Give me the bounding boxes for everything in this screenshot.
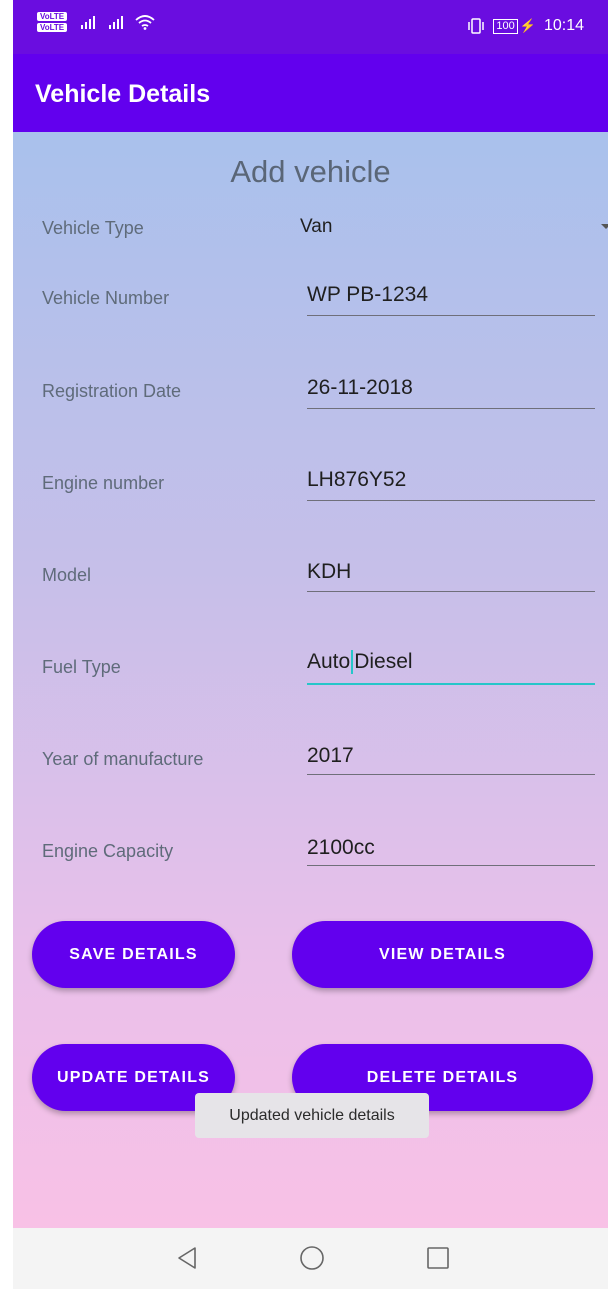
fuel-type-label: Fuel Type <box>42 657 121 677</box>
charging-icon: ⚡ <box>519 18 536 33</box>
fuel-type-underline <box>307 683 595 685</box>
registration-date-label: Registration Date <box>42 381 182 401</box>
engine-capacity-underline <box>307 865 595 866</box>
volte-label-1: VoLTE <box>37 12 68 21</box>
vibrate-icon <box>468 18 485 34</box>
form-container: Add vehicle Vehicle Type Van Vehicle Num… <box>13 132 608 1228</box>
app-bar: Vehicle Details <box>13 54 608 132</box>
battery-icon: 100 ⚡ <box>493 18 536 34</box>
model-label: Model <box>42 565 92 585</box>
recents-icon[interactable] <box>422 1242 454 1274</box>
registration-date-field[interactable]: 26-11-2018 <box>307 376 413 400</box>
navigation-bar <box>13 1228 608 1289</box>
form-title: Add vehicle <box>230 154 391 189</box>
year-of-manufacture-underline <box>307 774 595 775</box>
year-of-manufacture-label: Year of manufacture <box>42 749 204 769</box>
year-of-manufacture-field[interactable]: 2017 <box>307 744 354 768</box>
vehicle-number-label: Vehicle Number <box>42 288 170 308</box>
vehicle-type-dropdown[interactable]: Van <box>300 216 332 238</box>
chevron-down-icon[interactable] <box>601 224 608 229</box>
phone-screen: VoLTE VoLTE 100 ⚡ 10:14 Vehicle Details … <box>13 0 608 1289</box>
registration-date-underline <box>307 408 595 409</box>
fuel-type-text-after: Diesel <box>354 650 413 673</box>
model-field[interactable]: KDH <box>307 560 351 584</box>
fuel-type-field[interactable]: Auto Diesel <box>307 650 413 675</box>
battery-level: 100 <box>493 18 518 34</box>
home-icon[interactable] <box>296 1242 328 1274</box>
volte-icon: VoLTE VoLTE <box>37 12 68 32</box>
status-bar: VoLTE VoLTE 100 ⚡ 10:14 <box>13 0 608 54</box>
vehicle-number-field[interactable]: WP PB-1234 <box>307 283 428 307</box>
engine-number-underline <box>307 500 595 501</box>
back-icon[interactable] <box>171 1242 203 1274</box>
engine-capacity-label: Engine Capacity <box>42 841 174 861</box>
signal-icon <box>81 15 96 29</box>
status-right: 100 ⚡ 10:14 <box>467 17 584 35</box>
wifi-icon <box>135 15 155 30</box>
fuel-type-text-before: Auto <box>307 650 351 673</box>
toast-message: Updated vehicle details <box>195 1093 429 1138</box>
view-details-button[interactable]: VIEW DETAILS <box>292 921 593 988</box>
model-underline <box>307 591 595 592</box>
text-cursor <box>351 650 354 675</box>
engine-number-field[interactable]: LH876Y52 <box>307 468 406 492</box>
signal-icon <box>109 15 124 29</box>
vehicle-type-label: Vehicle Type <box>42 218 144 238</box>
status-left: VoLTE VoLTE <box>37 12 155 32</box>
volte-label-2: VoLTE <box>37 23 68 32</box>
engine-capacity-field[interactable]: 2100cc <box>307 836 375 860</box>
vehicle-number-underline <box>307 315 595 316</box>
save-details-button[interactable]: SAVE DETAILS <box>32 921 235 988</box>
status-time: 10:14 <box>543 17 584 34</box>
app-title: Vehicle Details <box>35 80 211 108</box>
engine-number-label: Engine number <box>42 473 165 493</box>
